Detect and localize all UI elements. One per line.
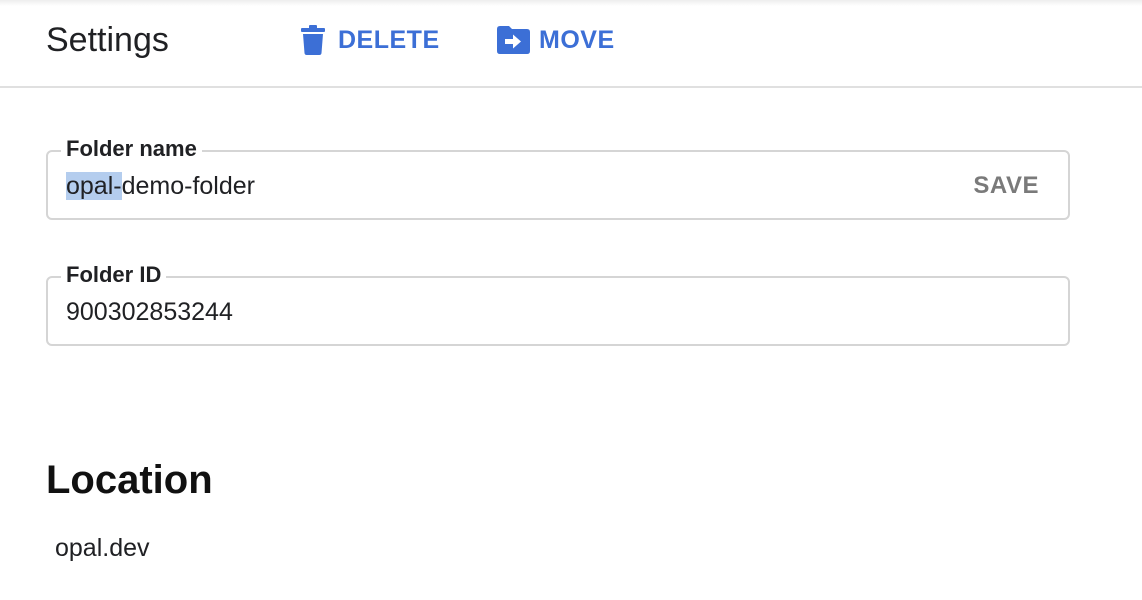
location-heading: Location	[46, 458, 213, 502]
folder-id-value[interactable]: 900302853244	[66, 296, 233, 328]
folder-name-input[interactable]: opal-demo-folder	[66, 170, 255, 202]
toolbar-shadow	[0, 0, 1142, 6]
trash-icon	[300, 25, 326, 55]
folder-id-field: Folder ID 900302853244	[46, 261, 1070, 346]
save-button[interactable]: SAVE	[973, 170, 1039, 202]
folder-name-field[interactable]: Folder name opal-demo-folder SAVE	[46, 135, 1070, 220]
location-value: opal.dev	[55, 534, 150, 562]
delete-label: DELETE	[338, 25, 440, 54]
delete-button[interactable]: DELETE	[300, 20, 440, 60]
folder-name-label: Folder name	[61, 135, 202, 163]
folder-id-label: Folder ID	[61, 261, 167, 289]
folder-move-icon	[497, 26, 530, 54]
selected-text: opal-	[66, 172, 122, 200]
toolbar: Settings DELETE MOVE	[0, 0, 1142, 88]
move-label: MOVE	[539, 25, 615, 54]
page-title: Settings	[46, 21, 169, 59]
move-button[interactable]: MOVE	[497, 20, 615, 60]
unselected-text: demo-folder	[121, 172, 255, 200]
